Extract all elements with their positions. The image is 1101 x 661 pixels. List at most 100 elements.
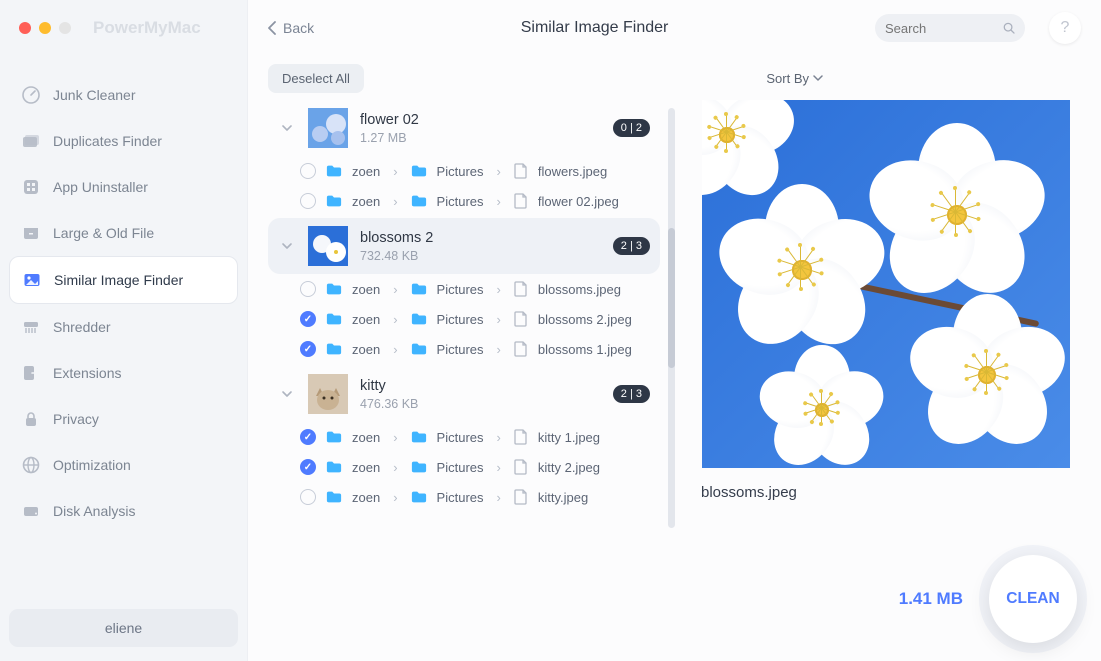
sidebar-item-label: Junk Cleaner	[53, 87, 136, 103]
path-separator-icon: ›	[393, 342, 397, 357]
sidebar: PowerMyMac Junk Cleaner Duplicates Finder…	[0, 0, 248, 661]
list-scrollbar[interactable]	[668, 108, 675, 528]
file-name: blossoms.jpeg	[538, 282, 621, 297]
group-thumbnail	[308, 108, 348, 148]
group-header[interactable]: kitty476.36 KB 2 | 3	[268, 366, 660, 422]
path-separator-icon: ›	[497, 430, 501, 445]
group-header[interactable]: flower 021.27 MB 0 | 2	[268, 100, 660, 156]
scrollbar-thumb[interactable]	[668, 228, 675, 368]
file-row[interactable]: zoen›Pictures›kitty 1.jpeg	[268, 422, 660, 452]
file-checkbox[interactable]	[300, 281, 316, 297]
file-checkbox[interactable]	[300, 459, 316, 475]
sidebar-item-large-old-file[interactable]: Large & Old File	[9, 210, 238, 256]
close-window-button[interactable]	[19, 22, 31, 34]
file-name: blossoms 1.jpeg	[538, 342, 632, 357]
user-account-button[interactable]: eliene	[9, 609, 238, 647]
file-row[interactable]: zoen›Pictures›blossoms 1.jpeg	[268, 334, 660, 364]
group-info: kitty476.36 KB	[360, 378, 601, 411]
path-segment: Pictures	[437, 490, 484, 505]
sidebar-item-disk-analysis[interactable]: Disk Analysis	[9, 488, 238, 534]
selection-count-badge: 0 | 2	[613, 119, 650, 137]
file-checkbox[interactable]	[300, 193, 316, 209]
path-segment: zoen	[352, 164, 380, 179]
search-icon	[1003, 21, 1015, 35]
sidebar-item-junk-cleaner[interactable]: Junk Cleaner	[9, 72, 238, 118]
group-size: 732.48 KB	[360, 249, 601, 263]
file-row[interactable]: zoen›Pictures›flower 02.jpeg	[268, 186, 660, 216]
zoom-window-button[interactable]	[59, 22, 71, 34]
sidebar-nav: Junk Cleaner Duplicates Finder App Uninsta…	[9, 72, 238, 609]
deselect-all-button[interactable]: Deselect All	[268, 64, 364, 93]
path-separator-icon: ›	[497, 490, 501, 505]
sidebar-item-duplicates-finder[interactable]: Duplicates Finder	[9, 118, 238, 164]
sort-by-dropdown[interactable]: Sort By	[766, 71, 823, 86]
back-label: Back	[283, 20, 314, 36]
selection-total-size: 1.41 MB	[899, 589, 963, 609]
sidebar-item-optimization[interactable]: Optimization	[9, 442, 238, 488]
globe-icon	[21, 455, 41, 475]
group-size: 476.36 KB	[360, 397, 601, 411]
group-name: flower 02	[360, 112, 601, 128]
path-separator-icon: ›	[393, 490, 397, 505]
lock-icon	[21, 409, 41, 429]
minimize-window-button[interactable]	[39, 22, 51, 34]
image-icon	[22, 270, 42, 290]
selection-count-badge: 2 | 3	[613, 237, 650, 255]
group-thumbnail	[308, 226, 348, 266]
sidebar-item-label: Optimization	[53, 457, 131, 473]
top-bar: Back Similar Image Finder ?	[248, 0, 1101, 56]
window-controls: PowerMyMac	[9, 14, 238, 42]
group-name: blossoms 2	[360, 230, 601, 246]
app-brand: PowerMyMac	[93, 18, 201, 38]
sidebar-item-label: Large & Old File	[53, 225, 154, 241]
file-row[interactable]: zoen›Pictures›kitty 2.jpeg	[268, 452, 660, 482]
sidebar-item-privacy[interactable]: Privacy	[9, 396, 238, 442]
chevron-left-icon	[268, 21, 277, 35]
back-button[interactable]: Back	[268, 20, 314, 36]
file-checkbox[interactable]	[300, 311, 316, 327]
search-input[interactable]	[885, 21, 995, 36]
result-group: flower 021.27 MB 0 | 2 zoen›Pictures›flow…	[268, 100, 660, 216]
group-header[interactable]: blossoms 2 732.48 KB 2 | 3	[268, 218, 660, 274]
file-name: kitty 1.jpeg	[538, 430, 600, 445]
group-thumbnail	[308, 374, 348, 414]
chevron-down-icon[interactable]	[278, 385, 296, 403]
file-row[interactable]: zoen›Pictures›kitty.jpeg	[268, 482, 660, 512]
results-list[interactable]: flower 021.27 MB 0 | 2zoen›Pictures›flow…	[268, 100, 668, 661]
search-box[interactable]	[875, 14, 1025, 42]
sidebar-item-app-uninstaller[interactable]: App Uninstaller	[9, 164, 238, 210]
sidebar-item-extensions[interactable]: Extensions	[9, 350, 238, 396]
path-segment: zoen	[352, 490, 380, 505]
disk-icon	[21, 501, 41, 521]
sidebar-item-label: App Uninstaller	[53, 179, 148, 195]
sidebar-item-label: Disk Analysis	[53, 503, 135, 519]
file-checkbox[interactable]	[300, 163, 316, 179]
file-row[interactable]: zoen›Pictures›blossoms 2.jpeg	[268, 304, 660, 334]
sidebar-item-label: Shredder	[53, 319, 111, 335]
path-separator-icon: ›	[497, 164, 501, 179]
chevron-down-icon[interactable]	[278, 119, 296, 137]
gauge-icon	[21, 85, 41, 105]
sidebar-item-similar-image-finder[interactable]: Similar Image Finder	[9, 256, 238, 304]
sidebar-item-label: Privacy	[53, 411, 99, 427]
path-segment: Pictures	[437, 430, 484, 445]
result-group: blossoms 2 732.48 KB 2 | 3 zoen›Pictures›b…	[268, 218, 660, 364]
path-separator-icon: ›	[393, 460, 397, 475]
preview-filename: blossoms.jpeg	[701, 484, 797, 501]
file-name: blossoms 2.jpeg	[538, 312, 632, 327]
path-segment: Pictures	[437, 460, 484, 475]
path-separator-icon: ›	[497, 342, 501, 357]
list-controls: Deselect All Sort By	[248, 56, 1101, 100]
chevron-down-icon[interactable]	[278, 237, 296, 255]
file-row[interactable]: zoen›Pictures›flowers.jpeg	[268, 156, 660, 186]
file-row[interactable]: zoen›Pictures›blossoms.jpeg	[268, 274, 660, 304]
file-name: kitty 2.jpeg	[538, 460, 600, 475]
file-checkbox[interactable]	[300, 489, 316, 505]
sidebar-item-label: Extensions	[53, 365, 121, 381]
file-checkbox[interactable]	[300, 429, 316, 445]
sidebar-item-shredder[interactable]: Shredder	[9, 304, 238, 350]
file-checkbox[interactable]	[300, 341, 316, 357]
help-button[interactable]: ?	[1049, 12, 1081, 44]
path-separator-icon: ›	[393, 164, 397, 179]
clean-button[interactable]: CLEAN	[989, 555, 1077, 643]
